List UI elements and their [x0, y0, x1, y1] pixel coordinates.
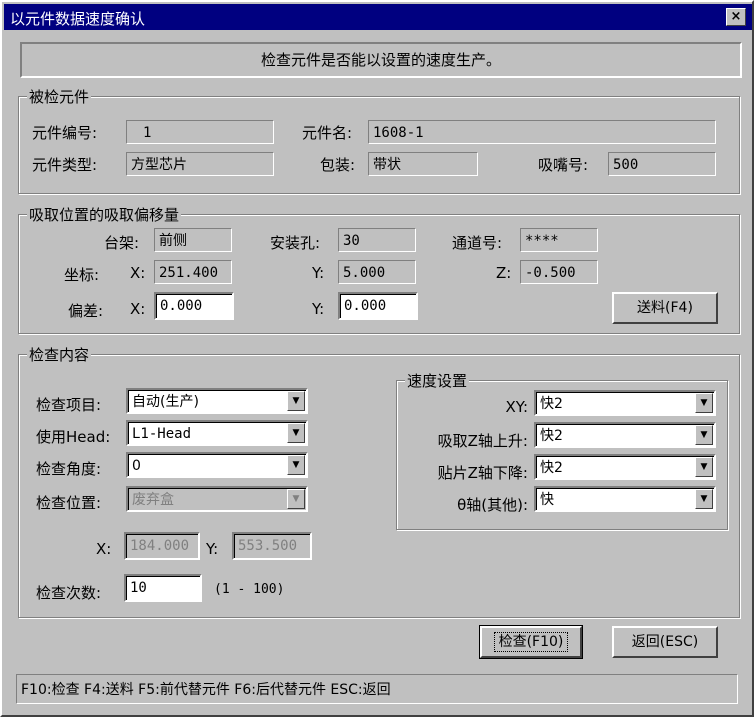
package-label: 包装:	[320, 156, 356, 174]
check-legend: 检查内容	[27, 344, 92, 365]
head-value: L1-Head	[132, 426, 192, 442]
component-id-value: 1	[143, 125, 152, 141]
chevron-down-icon: ▼	[287, 489, 305, 509]
rack-field: 前侧	[154, 228, 232, 252]
check-item-select[interactable]: 自动(生产) ▼	[126, 388, 308, 414]
hole-label: 安装孔:	[270, 234, 321, 252]
place-z-label: 贴片Z轴下降:	[437, 464, 528, 482]
coord-x-label: X:	[130, 264, 146, 282]
pick-z-value: 快2	[540, 428, 563, 444]
chevron-down-icon[interactable]: ▼	[287, 455, 305, 475]
dialog-window: 以元件数据速度确认 × 检查元件是否能以设置的速度生产。 被检元件 元件编号: …	[0, 0, 754, 717]
coord-y-label: Y:	[312, 264, 325, 282]
component-name-field: 1608-1	[368, 120, 716, 144]
place-z-value: 快2	[540, 460, 563, 476]
position-value: 废弃盒	[132, 492, 174, 508]
close-button[interactable]: ×	[726, 8, 746, 26]
theta-label: θ轴(其他):	[457, 496, 528, 514]
component-name-label: 元件名:	[302, 124, 353, 142]
pick-z-label: 吸取Z轴上升:	[437, 432, 528, 450]
xy-speed-value: 快2	[540, 396, 563, 412]
component-type-label: 元件类型:	[32, 156, 98, 174]
deviation-x-input[interactable]: 0.000	[154, 292, 234, 320]
theta-select[interactable]: 快 ▼	[534, 486, 716, 512]
rack-label: 台架:	[104, 234, 140, 252]
package-field: 带状	[368, 152, 478, 176]
position-y-label: Y:	[206, 540, 219, 558]
check-item-label: 检查项目:	[36, 396, 102, 414]
component-id-label: 元件编号:	[32, 124, 98, 142]
place-z-select[interactable]: 快2 ▼	[534, 454, 716, 480]
head-label: 使用Head:	[36, 428, 111, 446]
offset-legend: 吸取位置的吸取偏移量	[27, 204, 182, 225]
component-id-field: 1	[126, 120, 274, 144]
coord-y-field: 5.000	[338, 260, 416, 284]
channel-label: 通道号:	[452, 234, 503, 252]
deviation-label: 偏差:	[68, 302, 104, 320]
info-banner: 检查元件是否能以设置的速度生产。	[20, 42, 742, 78]
back-button[interactable]: 返回(ESC)	[612, 626, 718, 658]
position-label: 检查位置:	[36, 494, 102, 512]
feed-button[interactable]: 送料(F4)	[612, 292, 718, 324]
chevron-down-icon[interactable]: ▼	[287, 391, 305, 411]
angle-label: 检查角度:	[36, 460, 102, 478]
title-bar[interactable]: 以元件数据速度确认 ×	[4, 4, 752, 30]
coord-x-field: 251.400	[154, 260, 232, 284]
count-input[interactable]: 10	[124, 574, 202, 602]
count-range: (1 - 100)	[214, 582, 285, 597]
status-bar: F10:检查 F4:送料 F5:前代替元件 F6:后代替元件 ESC:返回	[16, 674, 738, 704]
chevron-down-icon[interactable]: ▼	[695, 489, 713, 509]
component-legend: 被检元件	[27, 86, 92, 107]
window-title: 以元件数据速度确认	[10, 10, 146, 28]
component-group: 被检元件	[18, 86, 740, 194]
coord-label: 坐标:	[64, 266, 100, 284]
pick-z-select[interactable]: 快2 ▼	[534, 422, 716, 448]
xy-speed-select[interactable]: 快2 ▼	[534, 390, 716, 416]
position-select: 废弃盒 ▼	[126, 486, 308, 512]
deviation-y-label: Y:	[312, 300, 325, 318]
check-button[interactable]: 检查(F10)	[479, 625, 583, 659]
hole-field: 30	[338, 228, 416, 252]
speed-legend: 速度设置	[405, 370, 470, 391]
nozzle-label: 吸嘴号:	[538, 156, 589, 174]
chevron-down-icon[interactable]: ▼	[695, 425, 713, 445]
head-select[interactable]: L1-Head ▼	[126, 420, 308, 446]
coord-z-label: Z:	[496, 264, 512, 282]
check-button-label: 检查(F10)	[493, 632, 569, 652]
coord-z-field: -0.500	[520, 260, 598, 284]
position-y-input: 553.500	[232, 532, 312, 560]
nozzle-field: 500	[608, 152, 716, 176]
chevron-down-icon[interactable]: ▼	[695, 457, 713, 477]
chevron-down-icon[interactable]: ▼	[287, 423, 305, 443]
deviation-x-label: X:	[130, 300, 146, 318]
position-x-input: 184.000	[124, 532, 200, 560]
check-item-value: 自动(生产)	[132, 394, 199, 410]
angle-value: 0	[132, 458, 141, 474]
count-label: 检查次数:	[36, 584, 102, 602]
chevron-down-icon[interactable]: ▼	[695, 393, 713, 413]
angle-select[interactable]: 0 ▼	[126, 452, 308, 478]
deviation-y-input[interactable]: 0.000	[338, 292, 418, 320]
component-type-field: 方型芯片	[126, 152, 274, 176]
xy-speed-label: XY:	[505, 398, 529, 416]
theta-value: 快	[540, 492, 554, 508]
channel-field: ****	[520, 228, 598, 252]
position-x-label: X:	[96, 540, 112, 558]
